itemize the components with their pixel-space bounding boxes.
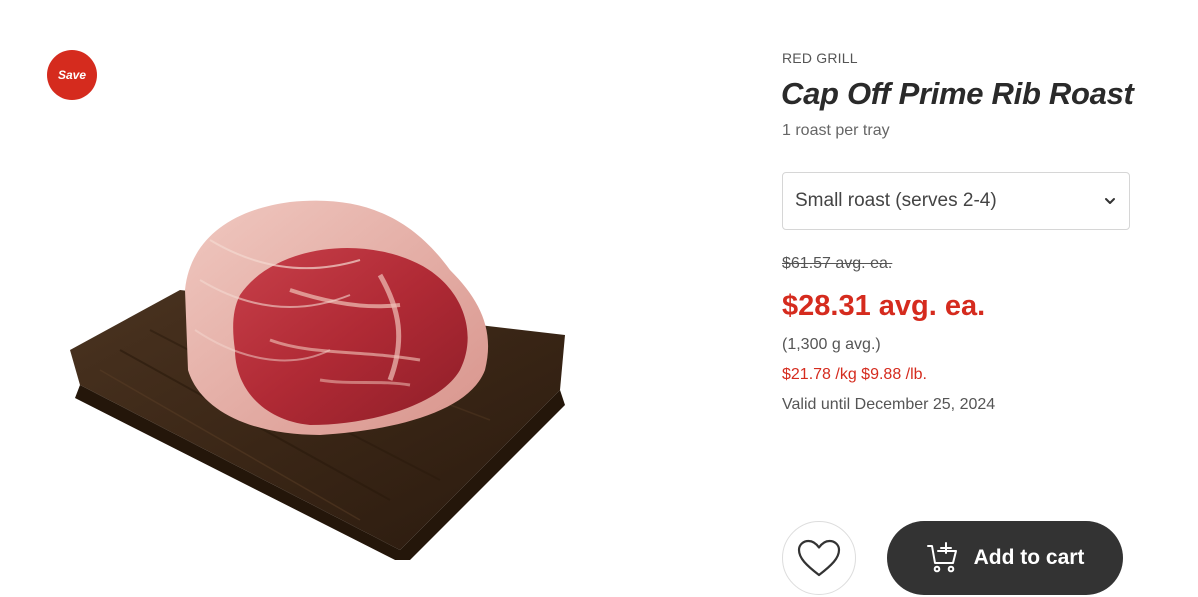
heart-icon xyxy=(797,539,841,577)
chevron-down-icon xyxy=(1105,198,1115,204)
valid-until: Valid until December 25, 2024 xyxy=(782,396,996,413)
prime-rib-roast-illustration xyxy=(70,200,565,560)
save-badge-label: Save xyxy=(57,68,87,82)
average-weight: (1,300 g avg.) xyxy=(782,336,881,353)
product-subtitle: 1 roast per tray xyxy=(782,122,890,139)
variant-selected-value: Small roast (serves 2-4) xyxy=(795,190,997,211)
old-price: $61.57 avg. ea. xyxy=(782,255,893,272)
product-title: Cap Off Prime Rib Roast xyxy=(781,76,1134,111)
cart-add-icon xyxy=(926,542,957,573)
product-image xyxy=(60,180,580,560)
favorite-button[interactable] xyxy=(782,521,856,595)
product-brand: RED GRILL xyxy=(782,50,858,66)
add-to-cart-button[interactable]: Add to cart xyxy=(887,521,1123,595)
variant-select[interactable]: Small roast (serves 2-4) xyxy=(782,172,1130,230)
save-badge: Save xyxy=(47,50,97,100)
add-to-cart-label: Add to cart xyxy=(973,546,1085,569)
unit-price: $21.78 /kg $9.88 /lb. xyxy=(782,366,927,383)
sale-price: $28.31 avg. ea. xyxy=(782,290,986,322)
